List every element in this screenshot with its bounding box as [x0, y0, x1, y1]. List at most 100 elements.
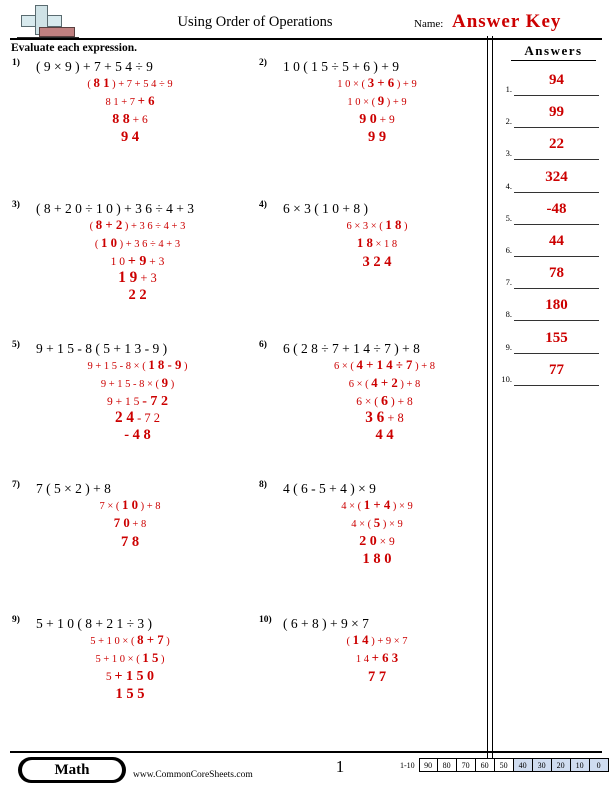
problem-answer: 9 4 — [120, 129, 140, 145]
problem-answer: 9 9 — [367, 129, 387, 145]
answer-row-value: 180 — [545, 297, 568, 314]
problem-number: 7) — [12, 480, 20, 490]
answer-row: 8. 180 — [495, 293, 607, 325]
solution-step: 1 9 + 3 — [118, 269, 157, 286]
solution-step: 9 + 1 5 - 7 2 — [107, 393, 168, 409]
problem-expression: 7 ( 5 × 2 ) + 8 — [36, 481, 111, 496]
answer-row-rule — [514, 191, 599, 193]
score-box: 10 — [570, 758, 590, 772]
problem-number: 5) — [12, 340, 20, 350]
solution-step: 6 × 3 × ( 1 8 ) — [346, 218, 408, 232]
answer-row: 5. -48 — [495, 197, 607, 229]
answer-row-number: 1. — [505, 84, 512, 94]
solution-step: 5 + 1 0 × ( 8 + 7 ) — [90, 633, 170, 647]
answer-row-rule — [514, 95, 599, 96]
problem-body: 5 + 1 0 ( 8 + 2 1 ÷ 3 ) 5 + 1 0 × ( 8 + 7… — [30, 615, 230, 702]
problem-number: 4) — [259, 200, 267, 210]
problem-number: 8) — [259, 480, 267, 490]
problem-body: 1 0 ( 1 5 ÷ 5 + 6 ) + 9 1 0 × ( 3 + 6 ) +… — [277, 58, 477, 145]
score-box: 90 — [418, 758, 438, 772]
score-strip: 1-10 90 80 70 60 50 40 30 20 10 0 — [400, 758, 609, 772]
problem-body: 4 ( 6 - 5 + 4 ) × 9 4 × ( 1 + 4 ) × 9 4 × … — [277, 480, 477, 567]
answer-row-rule — [514, 320, 599, 322]
problem-expression: 4 ( 6 - 5 + 4 ) × 9 — [283, 481, 376, 496]
answer-row: 6. 44 — [495, 229, 607, 261]
logo-red-bar — [39, 27, 75, 37]
solution-step: 1 0 + 9 + 3 — [110, 253, 165, 269]
problem-expression: ( 9 × 9 ) + 7 + 5 4 ÷ 9 — [36, 59, 153, 74]
answer-row: 9. 155 — [495, 326, 607, 358]
problem-answer: 7 7 — [367, 669, 387, 685]
answer-row-value: 99 — [549, 104, 564, 121]
answer-key-stamp: Answer Key — [452, 11, 562, 32]
solution-step: 6 × ( 6 ) + 8 — [356, 393, 413, 409]
solution-step: 5 + 1 5 0 — [105, 668, 155, 684]
problem-number: 6) — [259, 340, 267, 350]
site-url-text: www.CommonCoreSheets.com — [133, 770, 253, 780]
answer-row-rule — [514, 127, 599, 129]
answer-row-number: 5. — [505, 212, 512, 223]
problem-answer: - 4 8 — [124, 427, 151, 443]
answer-row-number: 7. — [505, 277, 512, 288]
problem-number: 1) — [12, 58, 20, 68]
page-number: 1 — [335, 757, 345, 776]
solution-step: 5 + 1 0 × ( 1 5 ) — [95, 651, 165, 665]
solution-step: 4 × ( 5 ) × 9 — [351, 516, 403, 530]
solution-step: ( 1 0 ) + 3 6 ÷ 4 + 3 — [94, 236, 181, 250]
problem-body: 6 × 3 ( 1 0 + 8 ) 6 × 3 × ( 1 8 ) 1 8 × 1 … — [277, 200, 477, 270]
problem-expression: 6 ( 2 8 ÷ 7 + 1 4 ÷ 7 ) + 8 — [283, 341, 420, 356]
answer-row-rule — [514, 159, 599, 161]
answer-row-value: 77 — [549, 361, 564, 378]
answer-row-value: -48 — [546, 200, 567, 217]
problem-expression: 9 + 1 5 - 8 ( 5 + 1 3 - 9 ) — [36, 341, 168, 356]
answer-row-number: 4. — [505, 180, 512, 191]
problem-body: ( 9 × 9 ) + 7 + 5 4 ÷ 9 ( 8 1 ) + 7 + 5 4… — [30, 58, 230, 145]
problem-number: 3) — [12, 200, 20, 210]
score-box: 30 — [532, 758, 552, 772]
page-title: Using Order of Operations — [177, 14, 333, 30]
problem-body: ( 8 + 2 0 ÷ 1 0 ) + 3 6 ÷ 4 + 3 ( 8 + 2 )… — [30, 200, 245, 303]
score-box: 70 — [456, 758, 476, 772]
problem-body: 9 + 1 5 - 8 ( 5 + 1 3 - 9 ) 9 + 1 5 - 8 ×… — [30, 340, 245, 443]
score-box: 50 — [494, 758, 514, 772]
answer-row-number: 2. — [505, 116, 512, 127]
problem-expression: 1 0 ( 1 5 ÷ 5 + 6 ) + 9 — [283, 59, 400, 74]
solution-step: 1 4 + 6 3 — [355, 651, 399, 665]
answer-row: 4. 324 — [495, 165, 607, 197]
answer-row: 2. 99 — [495, 100, 607, 132]
solution-step: ( 8 1 ) + 7 + 5 4 ÷ 9 — [87, 76, 173, 90]
score-range-label: 1-10 — [400, 760, 415, 770]
problem-expression: 6 × 3 ( 1 0 + 8 ) — [283, 201, 368, 216]
solution-step: 6 × ( 4 + 1 4 ÷ 7 ) + 8 — [334, 358, 435, 372]
subject-badge: Math — [18, 757, 126, 783]
problem-answer: 3 2 4 — [362, 254, 392, 270]
page-header: Using Order of Operations Name: Answer K… — [0, 0, 612, 40]
problem-answer: 1 8 0 — [362, 551, 392, 567]
problem-number: 2) — [259, 58, 267, 68]
solution-step: 9 0 + 9 — [359, 111, 395, 127]
score-box: 20 — [551, 758, 571, 772]
solution-step: ( 8 + 2 ) + 3 6 ÷ 4 + 3 — [89, 218, 186, 232]
problem-answer: 7 8 — [120, 534, 140, 550]
answer-row-value: 78 — [549, 265, 564, 282]
problem-answer: 1 5 5 — [115, 686, 145, 702]
answer-row-value: 324 — [545, 168, 568, 185]
instruction-text: Evaluate each expression. — [11, 42, 137, 54]
solution-step: 2 0 × 9 — [359, 533, 395, 549]
answer-row-rule — [514, 256, 599, 257]
problem-number: 9) — [12, 615, 20, 625]
solution-step: 6 × ( 4 + 2 ) + 8 — [348, 376, 421, 390]
solution-step: 7 0 + 8 — [113, 516, 147, 530]
score-box: 40 — [513, 758, 533, 772]
answer-row-value: 155 — [545, 329, 568, 346]
solution-step: 4 × ( 1 + 4 ) × 9 — [341, 498, 413, 512]
subject-badge-label: Math — [22, 760, 122, 780]
answer-row-value: 94 — [549, 72, 564, 88]
answer-row-rule — [514, 223, 599, 225]
solution-step: 8 8 + 6 — [112, 111, 148, 127]
problem-answer: 2 2 — [128, 287, 147, 303]
problem-body: ( 6 + 8 ) + 9 × 7 ( 1 4 ) + 9 × 7 1 4 + 6 … — [277, 615, 477, 685]
solution-step: 7 × ( 1 0 ) + 8 — [99, 498, 161, 512]
answer-row-value: 22 — [549, 136, 564, 153]
solution-step: 9 + 1 5 - 8 × ( 1 8 - 9 ) — [87, 358, 188, 372]
